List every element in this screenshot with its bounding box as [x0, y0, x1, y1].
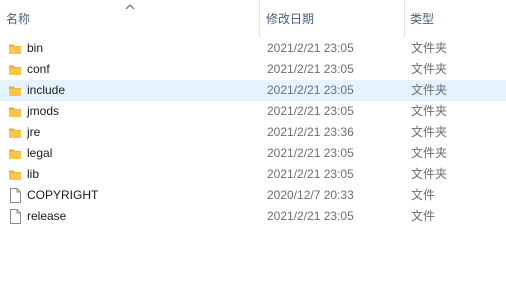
folder-icon — [8, 167, 22, 182]
file-type: 文件夹 — [411, 41, 448, 55]
column-divider[interactable] — [259, 0, 260, 38]
file-date: 2021/2/21 23:05 — [267, 209, 354, 223]
file-type: 文件夹 — [411, 125, 448, 139]
file-name: jre — [27, 125, 41, 139]
file-row[interactable]: jre 2021/2/21 23:36 文件夹 — [0, 122, 506, 143]
column-divider[interactable] — [404, 0, 405, 38]
file-name: include — [27, 83, 66, 97]
column-header-date-label: 修改日期 — [266, 12, 315, 26]
column-header-date[interactable]: 修改日期 — [266, 0, 404, 38]
file-name: release — [27, 209, 67, 223]
file-name: legal — [27, 146, 53, 160]
file-date: 2021/2/21 23:05 — [267, 83, 354, 97]
column-header-name-label: 名称 — [6, 12, 31, 26]
file-type: 文件夹 — [411, 83, 448, 97]
file-row[interactable]: COPYRIGHT 2020/12/7 20:33 文件 — [0, 185, 506, 206]
file-name: COPYRIGHT — [27, 188, 99, 202]
chevron-up-icon — [125, 4, 135, 10]
file-row[interactable]: conf 2021/2/21 23:05 文件夹 — [0, 59, 506, 80]
file-name: conf — [27, 62, 50, 76]
file-name: bin — [27, 41, 44, 55]
file-date: 2021/2/21 23:05 — [267, 62, 354, 76]
file-date: 2021/2/21 23:05 — [267, 146, 354, 160]
file-row-hovered[interactable]: include 2021/2/21 23:05 文件夹 — [0, 80, 506, 101]
file-list-pane: 名称 修改日期 类型 bin 2021/2/21 23:05 文件夹 conf … — [0, 0, 506, 295]
folder-icon — [8, 83, 22, 98]
folder-icon — [8, 125, 22, 140]
file-row[interactable]: legal 2021/2/21 23:05 文件夹 — [0, 143, 506, 164]
file-type: 文件夹 — [411, 167, 448, 181]
folder-icon — [8, 104, 22, 119]
file-row[interactable]: bin 2021/2/21 23:05 文件夹 — [0, 38, 506, 59]
file-row[interactable]: release 2021/2/21 23:05 文件 — [0, 206, 506, 227]
file-icon — [8, 188, 22, 203]
file-icon — [8, 209, 22, 224]
file-list: bin 2021/2/21 23:05 文件夹 conf 2021/2/21 2… — [0, 38, 506, 227]
column-header-bar: 名称 修改日期 类型 — [0, 0, 506, 38]
file-row[interactable]: jmods 2021/2/21 23:05 文件夹 — [0, 101, 506, 122]
file-date: 2021/2/21 23:36 — [267, 125, 354, 139]
file-date: 2021/2/21 23:05 — [267, 167, 354, 181]
column-header-type-label: 类型 — [410, 12, 435, 26]
column-header-type[interactable]: 类型 — [410, 0, 506, 38]
folder-icon — [8, 62, 22, 77]
file-type: 文件 — [411, 188, 436, 202]
file-date: 2020/12/7 20:33 — [267, 188, 354, 202]
file-row[interactable]: lib 2021/2/21 23:05 文件夹 — [0, 164, 506, 185]
file-type: 文件夹 — [411, 146, 448, 160]
file-name: jmods — [27, 104, 60, 118]
folder-icon — [8, 41, 22, 56]
file-date: 2021/2/21 23:05 — [267, 41, 354, 55]
file-type: 文件夹 — [411, 104, 448, 118]
file-type: 文件 — [411, 209, 436, 223]
file-type: 文件夹 — [411, 62, 448, 76]
file-name: lib — [27, 167, 40, 181]
file-date: 2021/2/21 23:05 — [267, 104, 354, 118]
folder-icon — [8, 146, 22, 161]
